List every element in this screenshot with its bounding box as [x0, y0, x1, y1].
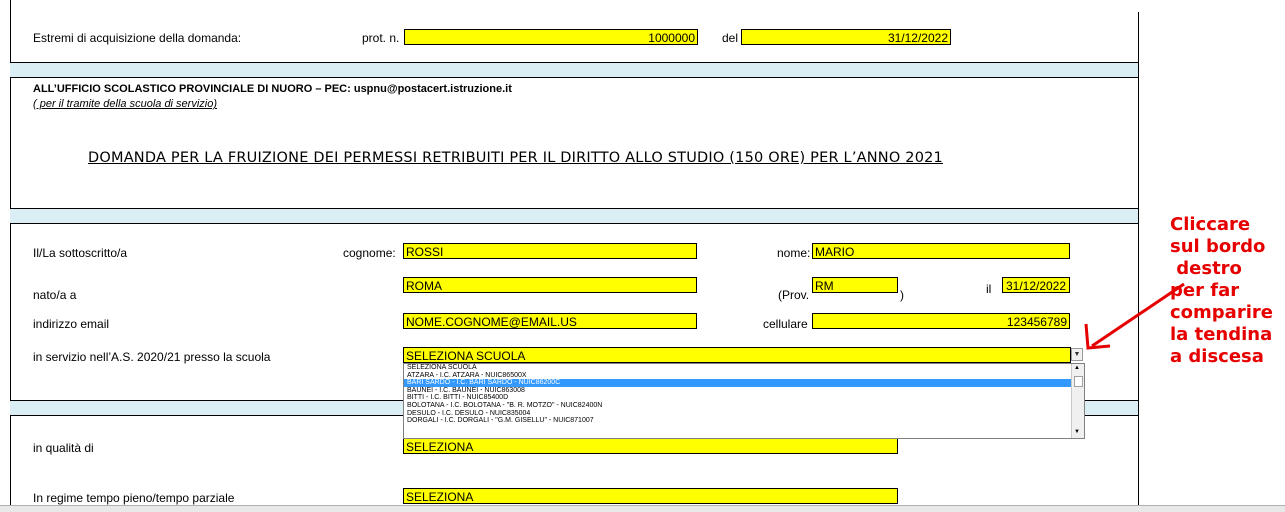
il-date-field[interactable]: 31/12/2022: [1002, 277, 1070, 293]
cellulare-field[interactable]: 123456789: [812, 313, 1070, 329]
office-subheading: ( per il tramite della scuola di servizi…: [33, 98, 218, 110]
sottoscritto-label: Il/La sottoscritto/a: [33, 246, 128, 260]
form-right-border: [1138, 12, 1139, 505]
annotation-arrow-icon: [1084, 282, 1185, 350]
regime-label: In regime tempo pieno/tempo parziale: [33, 491, 235, 505]
scroll-down-icon[interactable]: ▼: [1074, 429, 1080, 437]
annotation-line: Cliccare: [1170, 214, 1251, 235]
cognome-field[interactable]: ROSSI: [403, 243, 697, 259]
il-label: il: [986, 282, 992, 296]
dropdown-option[interactable]: BOLOTANA - I.C. BOLOTANA - "B. R. MOTZO"…: [404, 402, 1084, 410]
separator-band-2: [10, 208, 1138, 224]
prov-field[interactable]: RM: [812, 277, 898, 293]
dropdown-scrollbar[interactable]: ▲ ▼: [1071, 364, 1084, 438]
scroll-up-icon[interactable]: ▲: [1074, 365, 1080, 373]
nato-field[interactable]: ROMA: [403, 277, 697, 293]
dropdown-option[interactable]: DESULO - I.C. DESULO - NUIC835004: [404, 410, 1084, 418]
email-label: indirizzo email: [33, 317, 110, 331]
dropdown-option[interactable]: BARI SARDO - I.C. BARI SARDO - NUIC86200…: [404, 379, 1084, 387]
cellulare-label: cellulare: [763, 317, 808, 331]
office-heading: ALL’UFFICIO SCOLASTICO PROVINCIALE DI NU…: [33, 83, 512, 95]
del-date-field[interactable]: 31/12/2022: [741, 29, 951, 45]
nome-field[interactable]: MARIO: [812, 243, 1070, 259]
prov-label: (Prov.: [778, 288, 810, 302]
separator-band-1: [10, 62, 1138, 78]
prov-close: ): [900, 288, 904, 302]
dropdown-option[interactable]: BAUNEI - I.C. BAUNEI - NUIC863008: [404, 387, 1084, 395]
annotation-line: destro: [1170, 258, 1242, 279]
dropdown-option[interactable]: BITTI - I.C. BITTI - NUIC85400D: [404, 394, 1084, 402]
dropdown-option[interactable]: DORGALI - I.C. DORGALI - "G.M. GISELLU" …: [404, 417, 1084, 425]
acquisition-label: Estremi di acquisizione della domanda:: [33, 31, 242, 45]
servizio-label: in servizio nell’A.S. 2020/21 presso la …: [33, 350, 271, 364]
scuola-dropdown-list[interactable]: SELEZIONA SCUOLA ATZARA - I.C. ATZARA - N…: [403, 363, 1085, 439]
qualita-select[interactable]: SELEZIONA: [403, 438, 898, 454]
nome-label: nome:: [777, 246, 811, 260]
cognome-label: cognome:: [343, 246, 396, 260]
annotation-line: sul bordo: [1170, 236, 1266, 257]
del-label: del: [722, 31, 739, 45]
page-title: DOMANDA PER LA FRUIZIONE DEI PERMESSI RE…: [88, 150, 943, 166]
scroll-thumb[interactable]: [1074, 376, 1083, 387]
nato-label: nato/a a: [33, 288, 77, 302]
dropdown-option[interactable]: SELEZIONA SCUOLA: [404, 364, 1084, 372]
prot-label: prot. n.: [362, 31, 400, 45]
scuola-select[interactable]: SELEZIONA SCUOLA: [403, 347, 1071, 363]
regime-select[interactable]: SELEZIONA: [403, 488, 898, 504]
email-field[interactable]: NOME.COGNOME@EMAIL.US: [403, 313, 697, 329]
qualita-label: in qualità di: [33, 441, 94, 455]
dropdown-option[interactable]: ATZARA - I.C. ATZARA - NUIC86500X: [404, 372, 1084, 380]
prot-number-field[interactable]: 1000000: [404, 29, 698, 45]
